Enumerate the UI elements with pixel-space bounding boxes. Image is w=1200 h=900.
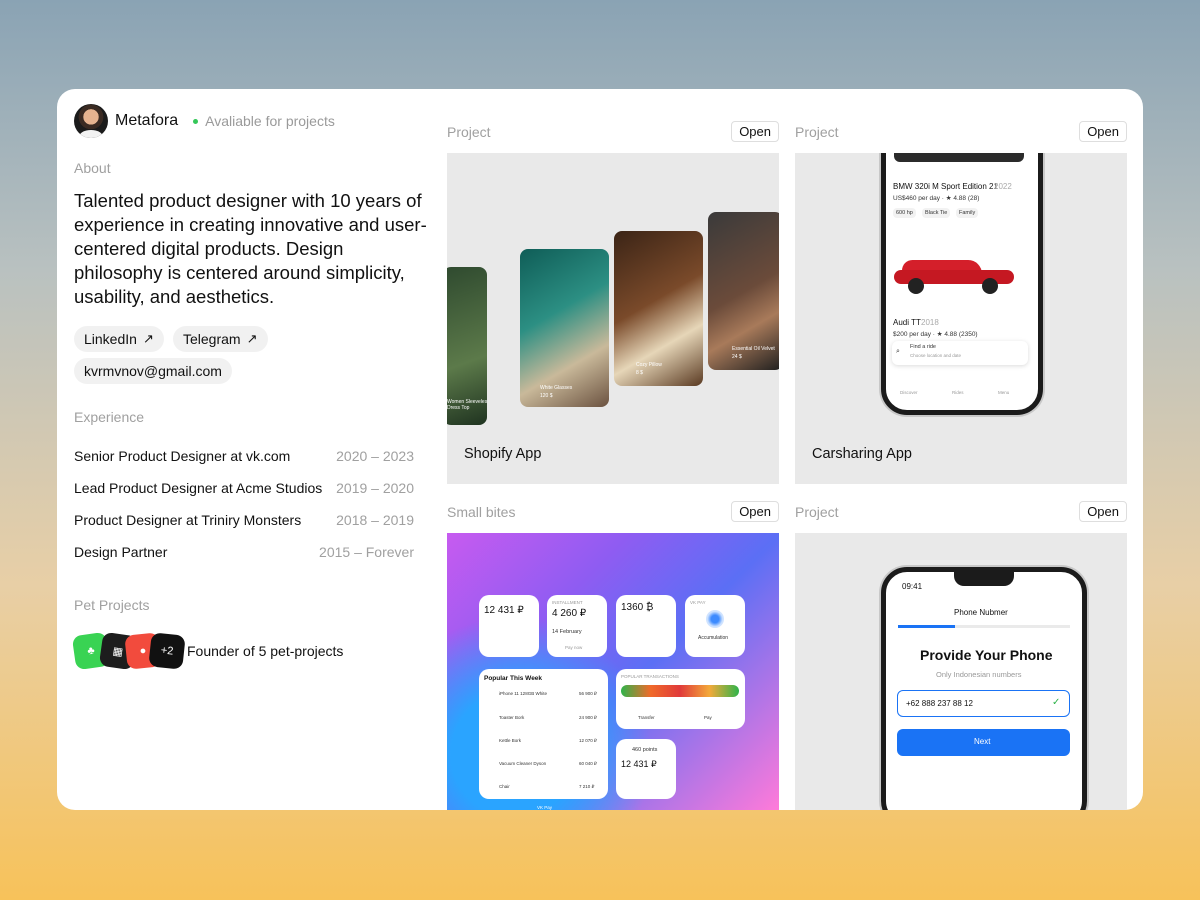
experience-years: 2020 – 2023	[336, 448, 414, 464]
project-tile-carsharing: Project Open BMW 320i M Sport Edition 21…	[795, 89, 1127, 484]
experience-role: Senior Product Designer at vk.com	[74, 448, 291, 464]
profile-header: Metafora Avaliable for projects	[74, 104, 335, 138]
product-photo: Essential Oil Velvet 24 $	[708, 212, 779, 370]
installment-widget: INSTALLMENT 4 260 ₽ 14 February Pay now	[547, 595, 607, 657]
pet-projects-text: Founder of 5 pet-projects	[187, 643, 344, 659]
phone-notch	[954, 572, 1014, 586]
profile-name: Metafora	[115, 112, 179, 129]
project-tile-phone: Project Open 09:41 Phone Nubmer Provide …	[795, 469, 1127, 810]
availability-status: Avaliable for projects	[205, 113, 335, 129]
balance-widget: 12 431 ₽	[479, 595, 539, 657]
project-tile-small-bites: Small bites Open 12 431 ₽ INSTALLMENT 4 …	[447, 469, 779, 810]
pet-projects-label: Pet Projects	[74, 597, 150, 613]
experience-item: Design Partner 2015 – Forever	[74, 544, 414, 560]
experience-label: Experience	[74, 409, 145, 425]
telegram-label: Telegram	[183, 331, 241, 347]
find-ride-search[interactable]: ⌕ Find a ride Choose location and date	[892, 341, 1028, 365]
email-link[interactable]: kvrmvnov@gmail.com	[74, 358, 232, 384]
experience-item: Senior Product Designer at vk.com 2020 –…	[74, 448, 414, 464]
pet-project-icons: ♣ ▦ ● +2	[71, 631, 186, 671]
experience-years: 2015 – Forever	[319, 544, 414, 560]
open-button[interactable]: Open	[1079, 121, 1127, 142]
pet-projects[interactable]: ♣ ▦ ● +2 Founder of 5 pet-projects	[71, 631, 344, 671]
product-photo: Cozy Pillow 8 $	[614, 231, 703, 386]
transactions-widget: POPULAR TRANSACTIONS Transfer Pay	[616, 669, 745, 729]
product-photo: Women Sleeveless Piper Dress Top	[447, 267, 487, 425]
portfolio-card: Metafora Avaliable for projects About Ta…	[57, 89, 1143, 810]
accumulation-icon	[706, 610, 724, 628]
tile-label: Project	[447, 124, 491, 140]
status-dot-icon	[193, 118, 199, 124]
project-preview[interactable]: BMW 320i M Sport Edition 21 2022 US$460 …	[795, 153, 1127, 484]
open-button[interactable]: Open	[731, 501, 779, 522]
about-label: About	[74, 160, 111, 176]
project-preview[interactable]: Women Sleeveless Piper Dress Top White G…	[447, 153, 779, 484]
phone-input[interactable]: +62 888 237 88 12 ✓	[897, 690, 1070, 717]
arrow-up-right-icon: ↗	[246, 331, 258, 346]
experience-role: Product Designer at Triniry Monsters	[74, 512, 302, 528]
red-car-image	[894, 260, 1014, 294]
linkedin-link[interactable]: LinkedIn ↗	[74, 326, 164, 352]
tile-label: Project	[795, 124, 839, 140]
experience-role: Design Partner	[74, 544, 168, 560]
crypto-widget: 1360 ₿	[616, 595, 676, 657]
project-title: Carsharing App	[812, 446, 912, 462]
accumulation-widget: VK PAY Accumulation	[685, 595, 745, 657]
project-preview[interactable]: 09:41 Phone Nubmer Provide Your Phone On…	[795, 533, 1127, 810]
more-apps-badge: +2	[148, 632, 186, 670]
experience-role: Lead Product Designer at Acme Studios	[74, 480, 323, 496]
project-preview[interactable]: 12 431 ₽ INSTALLMENT 4 260 ₽ 14 February…	[447, 533, 779, 810]
email-label: kvrmvnov@gmail.com	[84, 363, 222, 379]
next-button[interactable]: Next	[897, 729, 1070, 756]
profile-column: Metafora Avaliable for projects About Ta…	[71, 89, 434, 810]
project-tile-shopify: Project Open Women Sleeveless Piper Dres…	[447, 89, 779, 484]
tile-label: Small bites	[447, 504, 516, 520]
experience-item: Lead Product Designer at Acme Studios 20…	[74, 480, 414, 496]
open-button[interactable]: Open	[731, 121, 779, 142]
experience-years: 2018 – 2019	[336, 512, 414, 528]
check-icon: ✓	[1052, 697, 1061, 708]
phone-mockup: BMW 320i M Sport Edition 21 2022 US$460 …	[881, 153, 1043, 415]
popular-widget: Popular This Week iPhone 11 128GB White …	[479, 669, 608, 799]
points-widget: 460 points 12 431 ₽	[616, 739, 676, 799]
search-icon: ⌕	[896, 348, 900, 355]
telegram-link[interactable]: Telegram ↗	[173, 326, 268, 352]
phone-mockup: 09:41 Phone Nubmer Provide Your Phone On…	[881, 567, 1087, 810]
car-image	[894, 153, 1024, 162]
product-photo: White Glasses 120 $	[520, 249, 609, 407]
experience-years: 2019 – 2020	[336, 480, 414, 496]
open-button[interactable]: Open	[1079, 501, 1127, 522]
project-title: Shopify App	[464, 446, 542, 462]
tile-label: Project	[795, 504, 839, 520]
avatar	[74, 104, 108, 138]
linkedin-label: LinkedIn	[84, 331, 137, 347]
about-text: Talented product designer with 10 years …	[74, 190, 427, 307]
arrow-up-right-icon: ↗	[142, 331, 154, 346]
experience-item: Product Designer at Triniry Monsters 201…	[74, 512, 414, 528]
